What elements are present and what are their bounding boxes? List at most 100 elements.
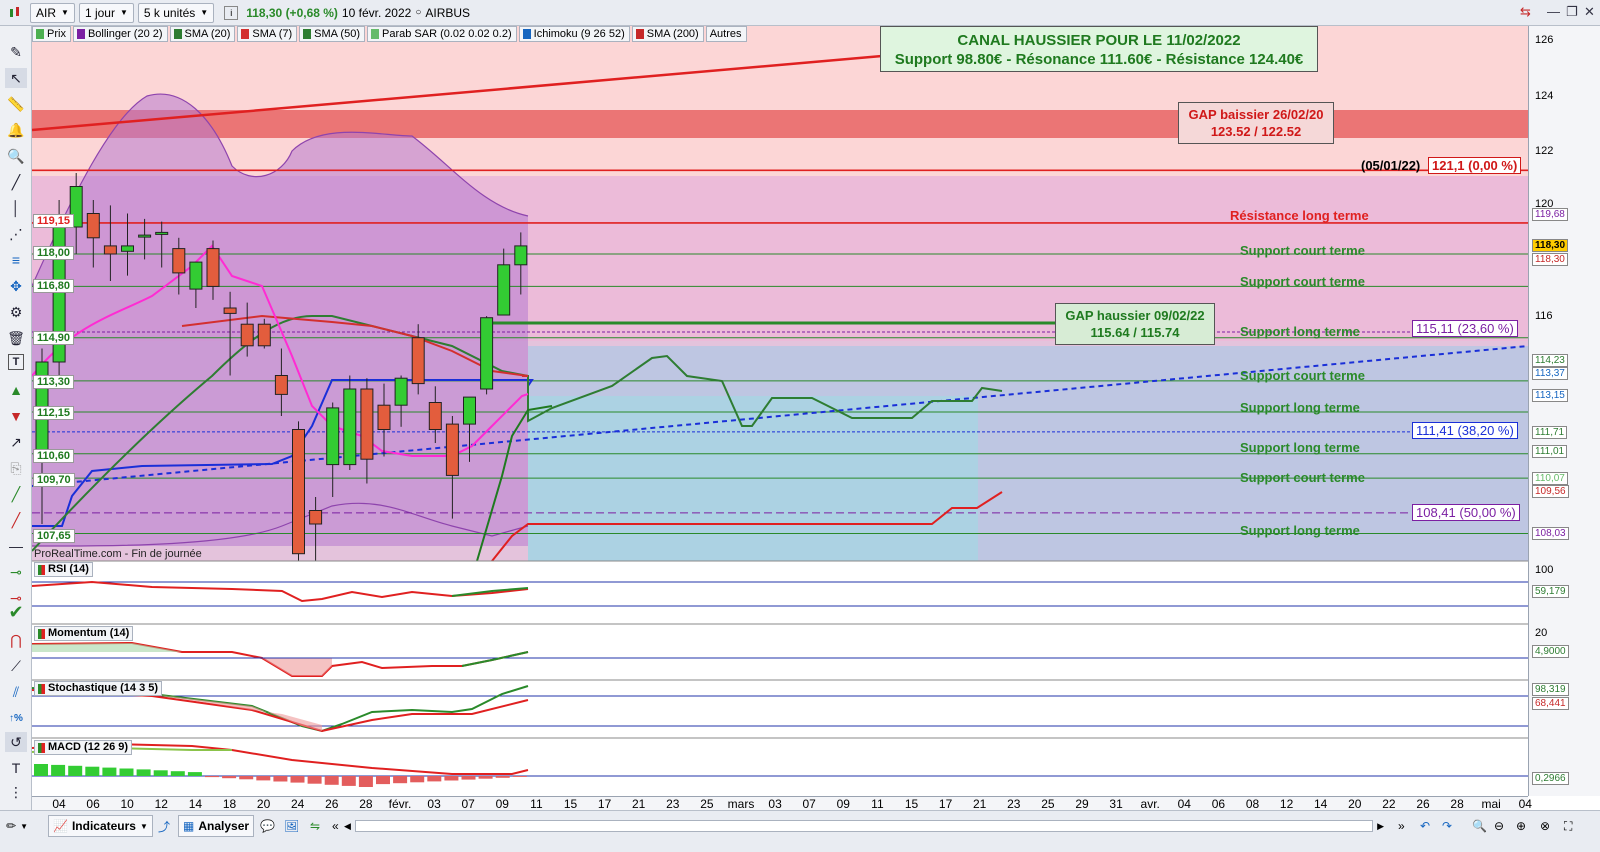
price-level-tag[interactable]: 118,00 [33, 246, 75, 260]
rsi-label[interactable]: RSI (14) [34, 562, 93, 577]
period-selector[interactable]: 1 jour ▼ [78, 2, 134, 23]
percent-icon[interactable]: ↑% [5, 708, 27, 728]
more-tools-icon[interactable]: ⋮ [5, 782, 27, 802]
green-line-icon[interactable]: ╱ [5, 484, 27, 504]
zoom-icon[interactable]: 🔍 [5, 146, 27, 166]
candle[interactable] [223, 307, 237, 314]
candle[interactable] [155, 231, 169, 235]
arrow-down-icon[interactable]: ▼ [5, 406, 27, 426]
zoom-reset-icon[interactable]: ⊗ [1540, 815, 1550, 837]
channel-icon[interactable]: ⫽ [5, 682, 27, 702]
segment-icon[interactable]: ⟋ [5, 656, 27, 676]
candle[interactable] [428, 402, 442, 430]
zoom-out-icon[interactable]: ⊖ [1494, 815, 1504, 837]
indicator-chip[interactable]: Parab SAR (0.02 0.02 0.2) [367, 26, 517, 42]
arrow-icon[interactable]: ↗ [5, 432, 27, 452]
candle[interactable] [343, 388, 357, 466]
candle[interactable] [411, 337, 425, 385]
fib-38-tag[interactable]: 111,41 (38,20 %) [1412, 422, 1518, 439]
candle[interactable] [497, 264, 511, 316]
symbol-selector[interactable]: AIR ▼ [30, 2, 75, 23]
indicator-chip[interactable]: Prix [32, 26, 71, 42]
copy-icon[interactable]: ⎘ [5, 458, 27, 478]
price-level-tag[interactable]: 110,60 [33, 449, 75, 463]
sync-icon[interactable]: ⇆ [1520, 4, 1531, 20]
trash-icon[interactable]: 🗑 [5, 328, 27, 348]
alert-bell-icon[interactable]: 🔔 [5, 120, 27, 140]
minimize-icon[interactable]: — [1547, 4, 1560, 19]
green-hline-icon[interactable]: ⊸ [5, 562, 27, 582]
gap-bearish-annotation[interactable]: GAP baissier 26/02/20 123.52 / 122.52 [1178, 102, 1334, 144]
candle[interactable] [326, 407, 340, 466]
ruler-icon[interactable]: 📏 [5, 94, 27, 114]
indicator-chip[interactable]: Autres [705, 26, 747, 42]
fullscreen-icon[interactable]: ⛶ [1564, 815, 1572, 837]
indicator-chip[interactable]: SMA (20) [169, 26, 236, 42]
candle[interactable] [274, 375, 288, 395]
candle[interactable] [360, 388, 374, 460]
price-axis[interactable]: 126 124 122 120 116 100 20 119,68 118,30 1… [1528, 26, 1600, 796]
info-icon[interactable]: i [224, 5, 239, 20]
restore-icon[interactable]: ❐ [1566, 4, 1578, 20]
indicator-chip[interactable]: SMA (200) [631, 26, 704, 42]
candle[interactable] [121, 245, 134, 252]
candle[interactable] [377, 404, 391, 431]
fib-50-tag[interactable]: 108,41 (50,00 %) [1412, 504, 1520, 521]
rewind-icon[interactable]: « [332, 815, 339, 837]
share-icon[interactable]: ⤴ [158, 815, 170, 837]
candle[interactable] [189, 261, 203, 290]
price-level-tag[interactable]: 116,80 [33, 279, 75, 293]
stochastic-label[interactable]: Stochastique (14 3 5) [34, 681, 163, 696]
zoom-in-icon[interactable]: ⊕ [1516, 815, 1526, 837]
magnet-icon[interactable]: ⋂ [5, 630, 27, 650]
macd-label[interactable]: MACD (12 26 9) [34, 740, 133, 755]
price-level-tag[interactable]: 119,15 [33, 214, 75, 228]
fan-icon[interactable]: ⋰ [5, 224, 27, 244]
pencil-icon[interactable]: ✎ [5, 42, 27, 62]
vertical-line-icon[interactable]: │ [5, 198, 27, 218]
indicator-chip[interactable]: Bollinger (20 2) [72, 26, 168, 42]
candle[interactable] [514, 245, 528, 266]
comment-icon[interactable]: 💬 [260, 815, 275, 837]
horizontal-line-icon[interactable]: — [5, 536, 27, 556]
arrow-up-icon[interactable]: ▲ [5, 380, 27, 400]
candle-chart-icon[interactable] [4, 3, 26, 23]
zoom-fit-icon[interactable]: 🔍 [1472, 815, 1487, 837]
pointer-icon[interactable]: ↖ [5, 68, 27, 88]
candle[interactable] [257, 323, 271, 347]
undo-icon[interactable]: ↶ [1420, 815, 1430, 837]
units-selector[interactable]: 5 k unités ▼ [137, 2, 215, 23]
candle[interactable] [206, 248, 220, 287]
fibonacci-icon[interactable]: ≡ [5, 250, 27, 270]
timeline-scrollbar[interactable]: ◀ ▶ [344, 815, 1384, 837]
time-axis[interactable]: 04 06 10 12 14 18 20 24 26 28 févr. 03 07 09 11 15 17 21 2… [32, 796, 1532, 811]
candle[interactable] [480, 317, 494, 390]
price-level-tag[interactable]: 113,30 [33, 375, 75, 389]
candle[interactable] [86, 213, 100, 239]
trendline-icon[interactable]: ╱ [5, 172, 27, 192]
screenshot-icon[interactable]: 🖼 [284, 815, 299, 837]
candle[interactable] [240, 323, 254, 347]
draw-icon[interactable]: ✏ ▼ [6, 815, 28, 837]
scroll-left-icon[interactable]: ◀ [344, 821, 351, 832]
candle[interactable] [138, 234, 152, 238]
price-level-tag[interactable]: 112,15 [33, 406, 75, 420]
redo-icon[interactable]: ↷ [1442, 815, 1452, 837]
analyze-button[interactable]: ▦ Analyser [178, 815, 255, 837]
candle[interactable] [309, 510, 323, 525]
momentum-label[interactable]: Momentum (14) [34, 626, 134, 641]
close-icon[interactable]: ✕ [1584, 4, 1595, 20]
indicator-chip[interactable]: Ichimoku (9 26 52) [518, 26, 630, 42]
candle[interactable] [394, 377, 408, 406]
text-icon[interactable]: T [8, 354, 24, 370]
candle[interactable] [445, 423, 459, 476]
text-frame-icon[interactable]: T [5, 758, 27, 778]
indicators-button[interactable]: 📈 Indicateurs ▼ [48, 815, 153, 837]
chart-type-icon[interactable]: ⇋ [310, 815, 320, 837]
red-line-icon[interactable]: ╱ [5, 510, 27, 530]
forward-icon[interactable]: » [1398, 815, 1405, 837]
check-icon[interactable]: ✔ [5, 602, 27, 622]
gap-bullish-annotation[interactable]: GAP haussier 09/02/22 115.64 / 115.74 [1055, 303, 1215, 345]
indicator-chip[interactable]: SMA (7) [237, 26, 298, 42]
scroll-right-icon[interactable]: ▶ [1377, 821, 1384, 832]
